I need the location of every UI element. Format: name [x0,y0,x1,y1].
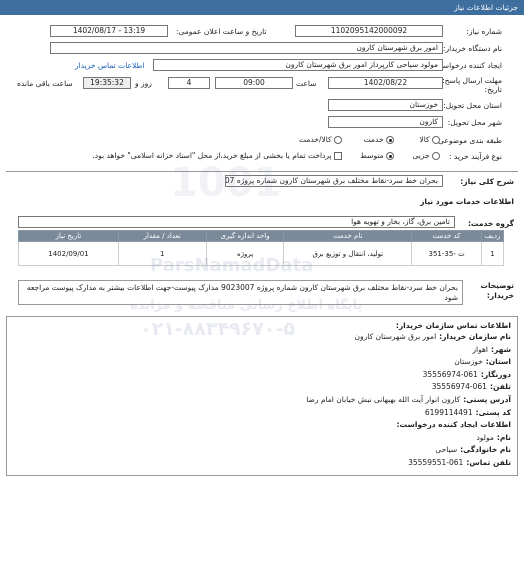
contact-line: دورنگار:061-35556974 [13,369,511,382]
deadline-date-field: 1402/08/22 [328,77,443,89]
contact-line: نام سازمان خریدار:امور برق شهرستان کارون [13,331,511,344]
contact-line-label: نام سازمان خریدار: [439,332,511,341]
service-group-field: تامین برق، گاز، بخار و تهویه هوا [18,216,455,228]
remaining-label: ساعت باقی مانده [17,79,73,88]
col-unit: واحد اندازه گیری [205,230,285,242]
cell-index: 1 [481,241,504,266]
contact-title: اطلاعات تماس سازمان خریدار: [395,321,511,330]
contact-line-value: خوزستان [454,357,483,367]
cell-code: ت -35-351 [411,241,483,266]
cell-qty: 1 [117,241,207,266]
category-option-goods-service[interactable]: کالا/خدمت [299,135,342,144]
contact-line-label: نام خانوادگی: [460,445,511,455]
page-title: جزئیات اطلاعات نیاز [454,3,518,12]
col-index: ردیف [481,230,504,242]
contact-line-label: تلفن: [489,382,511,392]
col-code: کد خدمت [411,230,483,242]
summary-field: بحران خط سرد-نقاط مختلف برق شهرستان کارو… [225,175,443,187]
category-option-goods[interactable]: کالا [419,135,440,144]
time-label: ساعت [296,79,317,88]
contact-line-value: 061-35556974 [431,382,487,392]
province-label: استان محل تحویل: [443,101,502,110]
contact-line: کد پستی:6199114491 [13,407,511,420]
contact-line: نام:مولود [13,432,511,445]
contact-line-label: نام: [496,432,511,442]
category-label: طبقه بندی موضوعی: [435,136,502,145]
contact-line-value: اهواز [472,344,488,354]
announce-field: 1402/08/17 - 13:19 [50,25,168,37]
contact-line-label: استان: [485,357,511,367]
contact-line: استان:خوزستان [13,356,511,369]
contact-line-value: امور برق شهرستان کارون [354,332,437,341]
cell-date: 1402/09/01 [18,241,119,266]
contact-line-value: سیاحی [435,445,458,455]
creator-label: ایجاد کننده درخواست: [432,61,502,70]
services-section-title: اطلاعات خدمات مورد نیاز [420,197,514,206]
announce-label: تاریخ و ساعت اعلان عمومی: [176,27,267,36]
contact-line-label: کد پستی: [475,407,511,417]
contact-line-label: آدرس پستی: [463,394,511,404]
contact-panel: اطلاعات تماس سازمان خریدار: نام سازمان خ… [6,316,518,476]
deadline-time-field: 09:00 [215,77,293,89]
radio-selected-icon [386,136,394,144]
contact-line-label: دورنگار: [480,369,511,379]
buyer-notes-field: بحران خط سرد-نقاط مختلف برق شهرستان کارو… [18,280,463,305]
col-name: نام خدمت [283,230,413,242]
city-field: کارون [328,116,443,128]
contact-line: تلفن:061-35556974 [13,381,511,394]
days-field: 4 [168,77,210,89]
contact-line: اطلاعات ایجاد کننده درخواست: [13,419,512,432]
cell-name: تولید، انتقال و توزیع برق [283,241,413,266]
buyer-contact-link[interactable]: اطلاعات تماس خریدار [75,61,145,70]
radio-icon [334,136,342,144]
services-table: ردیف کد خدمت نام خدمت واحد اندازه گیری ت… [18,230,504,266]
creator-field: مولود سیاحی کارپرداز امور برق شهرستان کا… [153,59,443,71]
payment-checkbox-row[interactable]: پرداخت تمام یا بخشی از مبلغ خرید،از محل … [92,151,342,160]
purchase-option-medium[interactable]: متوسط [360,151,394,160]
divider [6,171,518,172]
table-header-row: ردیف کد خدمت نام خدمت واحد اندازه گیری ت… [18,230,504,242]
contact-line-value: 061-35556974 [422,369,478,379]
cell-unit: پروژه [205,241,285,266]
buyer-org-label: نام دستگاه خریدار: [442,44,502,53]
province-field: خوزستان [328,99,443,111]
contact-line: شهر:اهواز [13,344,511,357]
buyer-notes-label: توضیحات خریدار: [480,281,514,300]
radio-selected-icon [386,152,394,160]
contact-line-label: شهر: [491,344,511,354]
contact-line: نام خانوادگی:سیاحی [13,444,511,457]
contact-line-value: مولود [476,432,494,442]
contact-line-value: 061-35559551 [408,457,464,467]
summary-label: شرح کلی نیاز: [460,177,514,186]
category-option-service[interactable]: خدمت [364,135,394,144]
contact-line-label: تلفن تماس: [466,457,511,467]
contact-line-value: 6199114491 [424,407,473,417]
days-label: روز و [135,79,152,88]
contact-lines: نام سازمان خریدار:امور برق شهرستان کارون… [13,331,511,470]
buyer-org-field: امور برق شهرستان کارون [50,42,443,54]
page-header: جزئیات اطلاعات نیاز [0,0,524,15]
city-label: شهر محل تحویل: [447,118,502,127]
checkbox-icon [334,152,342,160]
contact-line-value: کارون انوار آیت الله بهبهانی نبش خیابان … [306,394,461,404]
col-qty: تعداد / مقدار [117,230,207,242]
remaining-time-field: 19:35:32 [83,77,131,89]
need-number-label: شماره نیاز: [466,27,502,36]
table-row: 1 ت -35-351 تولید، انتقال و توزیع برق پر… [18,241,504,266]
radio-icon [432,136,440,144]
service-group-label: گروه خدمت: [467,219,514,228]
contact-line: آدرس پستی:کارون انوار آیت الله بهبهانی ن… [13,394,511,407]
purchase-type-label: نوع فرآیند خرید : [448,152,502,161]
radio-icon [432,152,440,160]
purchase-option-minor[interactable]: جزیی [412,151,440,160]
contact-line-label: اطلاعات ایجاد کننده درخواست: [396,420,512,430]
col-date: تاریخ نیاز [18,230,119,242]
contact-line: تلفن تماس:061-35559551 [13,457,511,470]
need-number-field: 1102095142000092 [295,25,443,37]
payment-note: پرداخت تمام یا بخشی از مبلغ خرید،از محل … [92,151,332,160]
